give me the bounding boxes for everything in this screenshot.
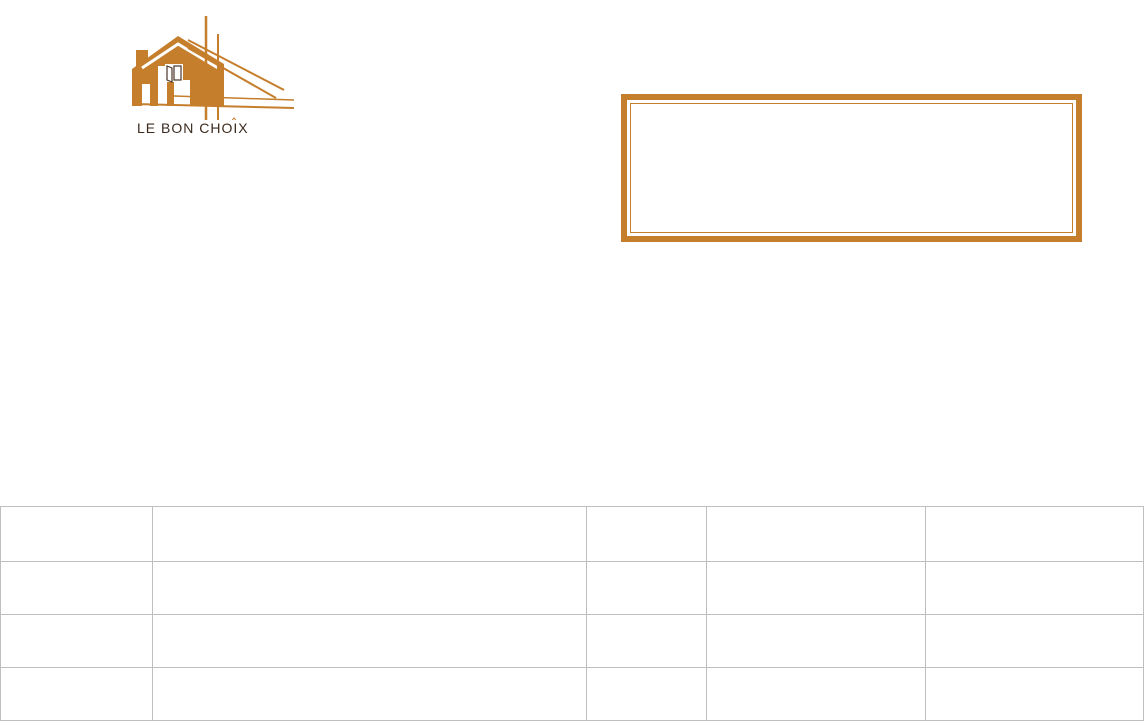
table-row — [0, 561, 1144, 615]
table-cell — [0, 614, 153, 668]
table-cell — [152, 667, 587, 721]
data-table — [0, 506, 1144, 721]
table-row — [0, 667, 1144, 721]
table-cell — [152, 506, 587, 562]
table-cell — [706, 614, 926, 668]
house-logo-icon — [132, 16, 295, 120]
table-cell — [586, 561, 707, 615]
table-cell — [586, 667, 707, 721]
company-logo: LE BON CHOIX — [128, 14, 298, 144]
table-cell — [925, 614, 1144, 668]
table-row — [0, 614, 1144, 668]
info-frame-box — [621, 94, 1082, 242]
table-cell — [925, 667, 1144, 721]
table-cell — [0, 667, 153, 721]
table-cell — [706, 506, 926, 562]
table-cell — [706, 667, 926, 721]
table-cell — [0, 561, 153, 615]
info-frame-inner — [630, 103, 1073, 233]
table-cell — [586, 614, 707, 668]
table-cell — [0, 506, 153, 562]
table-cell — [586, 506, 707, 562]
table-cell — [925, 506, 1144, 562]
table-cell — [925, 561, 1144, 615]
table-row — [0, 506, 1144, 562]
table-cell — [152, 614, 587, 668]
logo-brand-name: LE BON CHOIX — [137, 120, 249, 136]
table-cell — [706, 561, 926, 615]
table-cell — [152, 561, 587, 615]
